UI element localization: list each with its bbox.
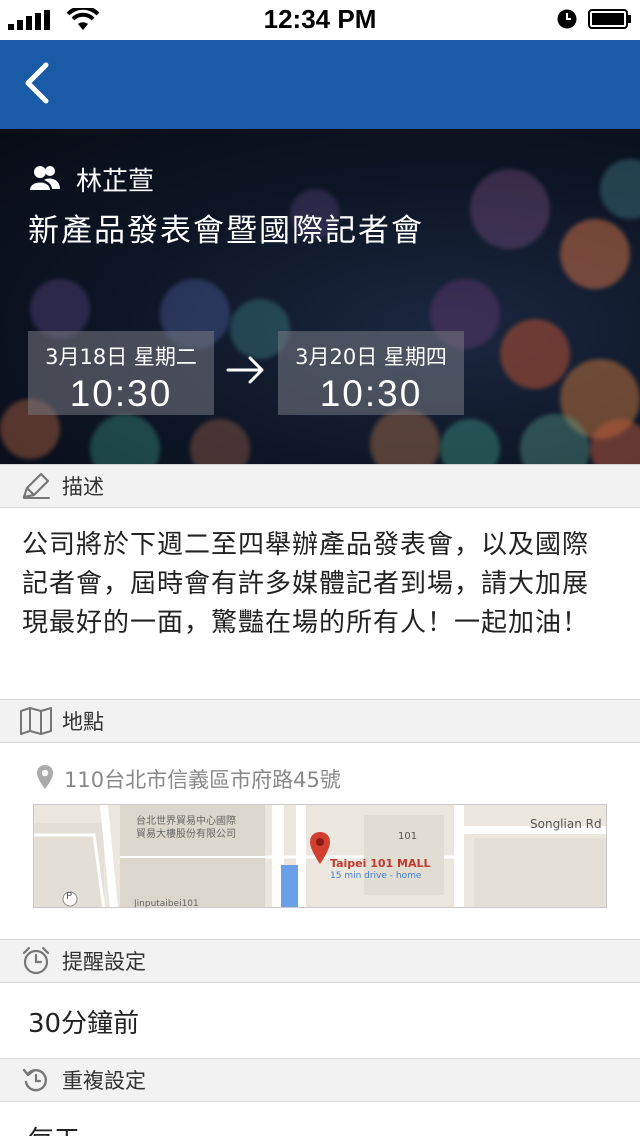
battery-icon [588, 9, 632, 33]
end-time-box[interactable]: 3月20日 星期四 10:30 [278, 331, 464, 415]
map-marker-icon[interactable] [309, 831, 331, 869]
end-time: 10:30 [319, 373, 423, 414]
repeat-icon [20, 1064, 52, 1096]
start-time: 10:30 [69, 373, 173, 414]
status-bar: 12:34 PM [0, 0, 640, 40]
repeat-value[interactable]: 每天 [28, 1120, 80, 1136]
nav-bar [0, 40, 640, 129]
bokeh-light [370, 409, 440, 464]
map-poi-number: 101 [398, 831, 418, 842]
event-owner: 林芷萱 [30, 161, 154, 198]
location-pin-icon [36, 764, 54, 794]
bokeh-light [440, 419, 500, 464]
back-button[interactable] [16, 60, 56, 110]
bokeh-light [600, 159, 640, 219]
chevron-left-icon [22, 62, 50, 108]
arrow-right-icon [226, 355, 266, 389]
bokeh-light [190, 419, 250, 464]
status-time: 12:34 PM [263, 4, 377, 34]
map-parking-label: P [66, 891, 73, 902]
map-building-label: 台北世界貿易中心國際 貿易大樓股份有限公司 [136, 816, 236, 840]
map-poi-name: Taipei 101 MALL [330, 857, 431, 870]
description-header: 描述 [0, 464, 640, 508]
reminder-header: 提醒設定 [0, 939, 640, 983]
event-hero: 林芷萱 新產品發表會暨國際記者會 3月18日 星期二 10:30 3月20日 星… [0, 129, 640, 464]
location-address: 110台北市信義區市府路45號 [64, 768, 341, 792]
repeat-header: 重複設定 [0, 1058, 640, 1102]
location-address-row[interactable]: 110台北市信義區市府路45號 [36, 764, 341, 794]
end-date: 3月20日 星期四 [295, 345, 447, 369]
map-poi-subtitle: 15 min drive - home [330, 871, 422, 881]
bokeh-light [470, 169, 550, 249]
location-label: 地點 [62, 710, 104, 734]
reminder-label: 提醒設定 [62, 950, 146, 974]
bokeh-light [90, 414, 160, 464]
location-header: 地點 [0, 699, 640, 743]
description-text: 公司將於下週二至四舉辦產品發表會，以及國際記者會，屆時會有許多媒體記者到場，請大… [22, 530, 590, 638]
start-time-box[interactable]: 3月18日 星期二 10:30 [28, 331, 214, 415]
alarm-clock-icon [20, 945, 52, 977]
map-road-label: Songlian Rd [530, 817, 602, 831]
map-street-label: Jinputaibei101 [134, 899, 199, 908]
description-label: 描述 [62, 475, 104, 499]
bokeh-light [500, 319, 570, 389]
people-icon [30, 165, 60, 195]
reminder-value[interactable]: 30分鐘前 [28, 1003, 139, 1040]
start-date: 3月18日 星期二 [45, 345, 197, 369]
event-title: 新產品發表會暨國際記者會 [28, 213, 424, 249]
pencil-icon [20, 470, 52, 502]
bokeh-light [30, 279, 90, 339]
map-icon [20, 705, 52, 737]
owner-name: 林芷萱 [76, 167, 155, 197]
location-map[interactable]: 台北世界貿易中心國際 貿易大樓股份有限公司 Songlian Rd 101 P … [33, 804, 607, 908]
bokeh-light [560, 219, 630, 289]
alarm-clock-icon [556, 8, 578, 34]
repeat-label: 重複設定 [62, 1069, 146, 1093]
